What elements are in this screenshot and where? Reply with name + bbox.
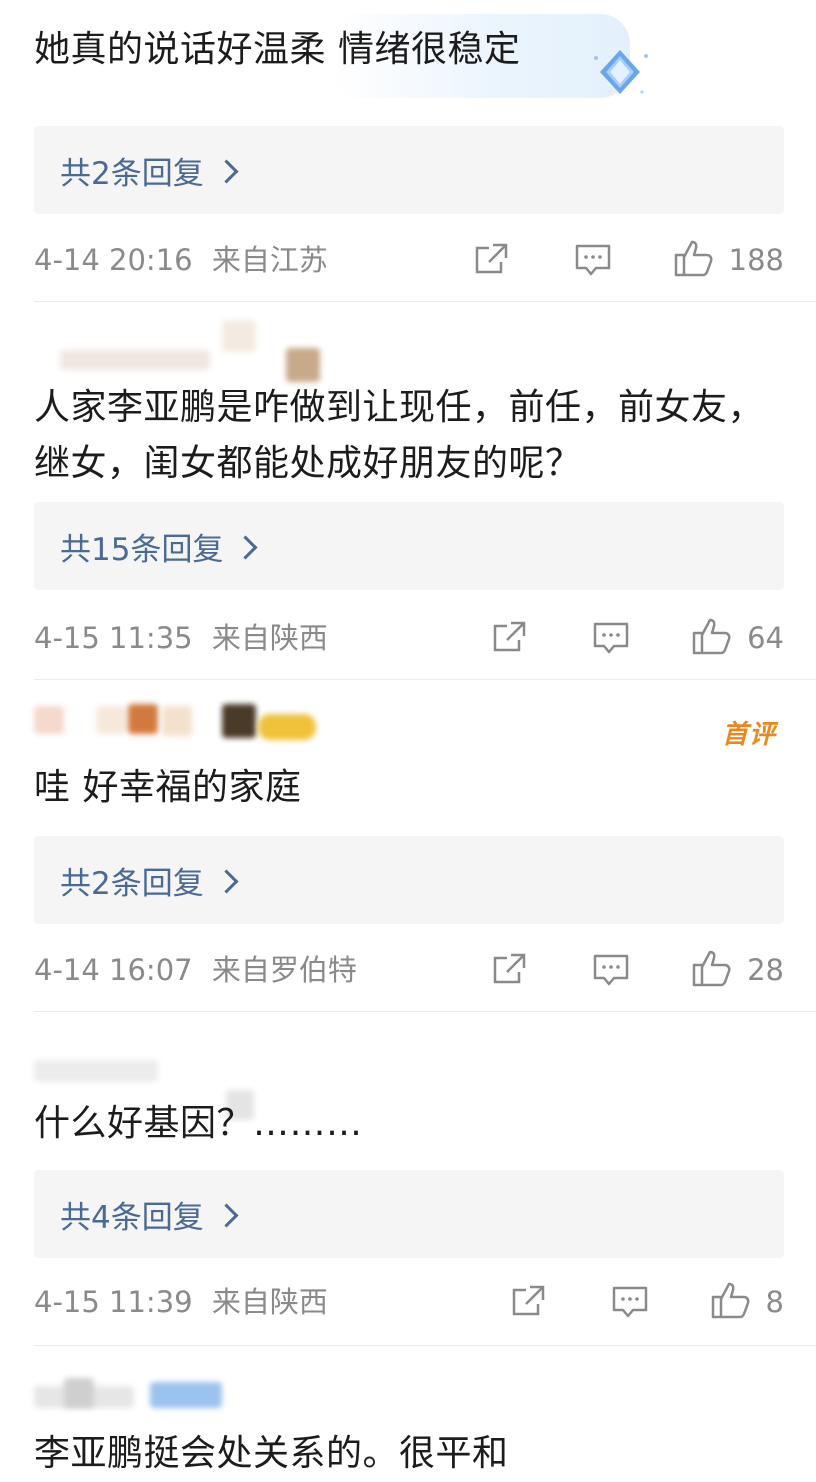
- comment-location: 来自罗伯特: [211, 953, 357, 987]
- comment-item: 什么好基因？……… 共4条回复 4-15 11:39 来自陕西 8: [0, 1012, 816, 1346]
- username-blurred: [96, 706, 126, 734]
- level-badge-blurred: [258, 714, 316, 740]
- comment-meta: 4-15 11:39 来自陕西: [34, 1282, 328, 1322]
- comment-actions: 64: [489, 618, 784, 658]
- comment-icon[interactable]: [573, 240, 613, 280]
- level-badge-blurred: [150, 1382, 222, 1408]
- like-count: 64: [747, 621, 784, 655]
- comment-time: 4-15 11:35: [34, 621, 193, 655]
- view-replies-button[interactable]: 共4条回复: [34, 1170, 784, 1258]
- avatar-blurred: [128, 704, 158, 734]
- comment-text: 人家李亚鹏是咋做到让现任，前任，前女友，继女，闺女都能处成好朋友的呢？: [34, 387, 765, 484]
- avatar-blurred: [222, 320, 256, 352]
- avatar-blurred: [64, 1378, 94, 1408]
- thumbs-up-icon: [691, 616, 733, 660]
- comment-location: 来自陕西: [211, 621, 328, 655]
- username-blurred: [162, 706, 192, 736]
- comment-location: 来自陕西: [211, 1285, 328, 1319]
- first-comment-badge: 首评: [721, 720, 776, 750]
- username-blurred: [34, 1060, 158, 1082]
- share-icon[interactable]: [489, 618, 529, 658]
- view-replies-button[interactable]: 共15条回复: [34, 502, 784, 590]
- diamond-emblem-icon: [588, 46, 652, 108]
- view-replies-button[interactable]: 共2条回复: [34, 126, 784, 214]
- like-button[interactable]: 8: [710, 1280, 784, 1324]
- thumbs-up-icon: [710, 1280, 752, 1324]
- share-icon[interactable]: [489, 950, 529, 990]
- comment-text: 哇 好幸福的家庭: [34, 767, 302, 808]
- comment-meta: 4-14 20:16 来自江苏: [34, 240, 328, 280]
- like-button[interactable]: 64: [691, 616, 784, 660]
- share-icon[interactable]: [471, 240, 511, 280]
- reply-count-label: 共4条回复: [60, 1199, 204, 1236]
- comment-icon[interactable]: [591, 618, 631, 658]
- comment-time: 4-14 16:07: [34, 953, 193, 987]
- comment-actions: 8: [508, 1282, 784, 1322]
- comment-item: 她真的说话好温柔 情绪很稳定 共2条回复 4-14 20:16 来自江苏 188: [0, 0, 816, 302]
- comment-item: 李亚鹏挺会处关系的。很平和: [0, 1346, 816, 1474]
- comment-icon[interactable]: [610, 1282, 650, 1322]
- comment-meta: 4-14 16:07 来自罗伯特: [34, 950, 357, 990]
- like-count: 188: [728, 243, 784, 277]
- chevron-right-icon: [214, 1202, 239, 1228]
- comment-actions: 188: [471, 240, 784, 280]
- reply-count-label: 共15条回复: [60, 531, 224, 568]
- chevron-right-icon: [233, 534, 258, 560]
- comment-actions: 28: [489, 950, 784, 990]
- like-button[interactable]: 188: [673, 238, 784, 282]
- comment-time: 4-14 20:16: [34, 243, 193, 277]
- thumbs-up-icon: [691, 948, 733, 992]
- comment-item: 首评 哇 好幸福的家庭 共2条回复 4-14 16:07 来自罗伯特 28: [0, 680, 816, 1012]
- comment-text: 什么好基因？………: [34, 1103, 363, 1144]
- view-replies-button[interactable]: 共2条回复: [34, 836, 784, 924]
- share-icon[interactable]: [508, 1282, 548, 1322]
- comment-location: 来自江苏: [211, 243, 328, 277]
- avatar-blurred: [34, 706, 64, 734]
- comment-icon[interactable]: [591, 950, 631, 990]
- reply-count-label: 共2条回复: [60, 155, 204, 192]
- comment-meta: 4-15 11:35 来自陕西: [34, 618, 328, 658]
- username-blurred: [60, 350, 210, 370]
- thumbs-up-icon: [673, 238, 715, 282]
- comment-item: 人家李亚鹏是咋做到让现任，前任，前女友，继女，闺女都能处成好朋友的呢？ 共15条…: [0, 302, 816, 680]
- chevron-right-icon: [214, 158, 239, 184]
- avatar-blurred: [222, 704, 256, 738]
- like-button[interactable]: 28: [691, 948, 784, 992]
- like-count: 28: [747, 953, 784, 987]
- comment-time: 4-15 11:39: [34, 1285, 193, 1319]
- avatar-blurred: [286, 348, 320, 382]
- reply-count-label: 共2条回复: [60, 865, 204, 902]
- comment-text: 她真的说话好温柔 情绪很稳定: [34, 29, 521, 70]
- like-count: 8: [765, 1285, 784, 1319]
- chevron-right-icon: [214, 868, 239, 894]
